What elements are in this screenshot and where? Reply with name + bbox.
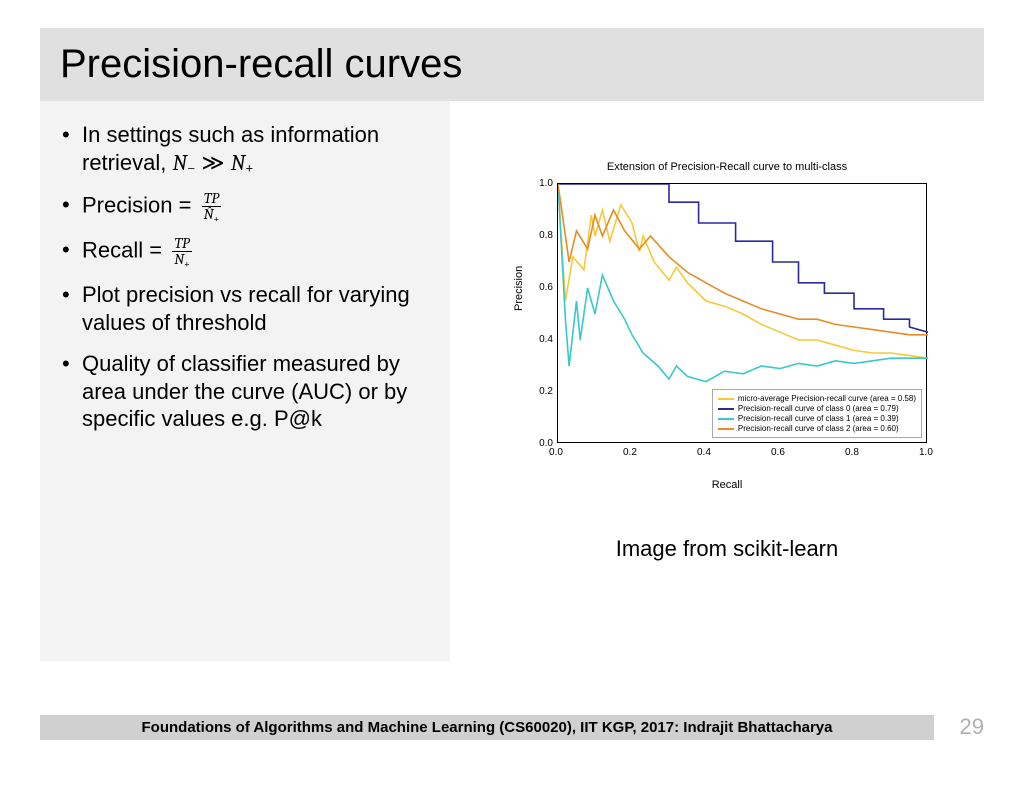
legend-label: Precision-recall curve of class 0 (area …: [738, 404, 899, 413]
legend-label: micro-average Precision-recall curve (ar…: [738, 394, 916, 403]
legend-item: Precision-recall curve of class 1 (area …: [718, 414, 916, 423]
bullet-3-text: Recall =: [82, 237, 168, 262]
chart-title: Extension of Precision-Recall curve to m…: [507, 161, 947, 173]
precision-recall-chart: Extension of Precision-Recall curve to m…: [507, 161, 947, 491]
bullet-3: Recall = TPN+: [58, 236, 432, 267]
chart-ylabel: Precision: [513, 266, 525, 311]
legend-swatch: [718, 418, 734, 420]
page-number: 29: [934, 714, 984, 740]
legend-swatch: [718, 398, 734, 400]
legend-swatch: [718, 428, 734, 430]
legend-swatch: [718, 408, 734, 410]
legend-label: Precision-recall curve of class 1 (area …: [738, 414, 899, 423]
chart-caption: Image from scikit-learn: [616, 536, 839, 562]
footer: Foundations of Algorithms and Machine Le…: [40, 714, 984, 740]
legend-label: Precision-recall curve of class 2 (area …: [738, 424, 899, 433]
footer-text: Foundations of Algorithms and Machine Le…: [40, 715, 934, 740]
bullet-5: Quality of classifier measured by area u…: [58, 350, 432, 433]
chart-legend: micro-average Precision-recall curve (ar…: [712, 389, 922, 438]
bullet-panel: In settings such as information retrieva…: [40, 101, 450, 661]
legend-item: Precision-recall curve of class 0 (area …: [718, 404, 916, 413]
plot-area: micro-average Precision-recall curve (ar…: [557, 183, 927, 443]
legend-item: micro-average Precision-recall curve (ar…: [718, 394, 916, 403]
bullet-2: Precision = TPN̂+: [58, 191, 432, 222]
chart-xlabel: Recall: [507, 479, 947, 491]
bullet-4: Plot precision vs recall for varying val…: [58, 281, 432, 336]
bullet-2-text: Precision =: [82, 192, 198, 217]
slide-title: Precision-recall curves: [40, 28, 984, 101]
content-area: In settings such as information retrieva…: [40, 101, 984, 661]
chart-panel: Extension of Precision-Recall curve to m…: [470, 101, 984, 661]
bullet-1: In settings such as information retrieva…: [58, 121, 432, 177]
legend-item: Precision-recall curve of class 2 (area …: [718, 424, 916, 433]
